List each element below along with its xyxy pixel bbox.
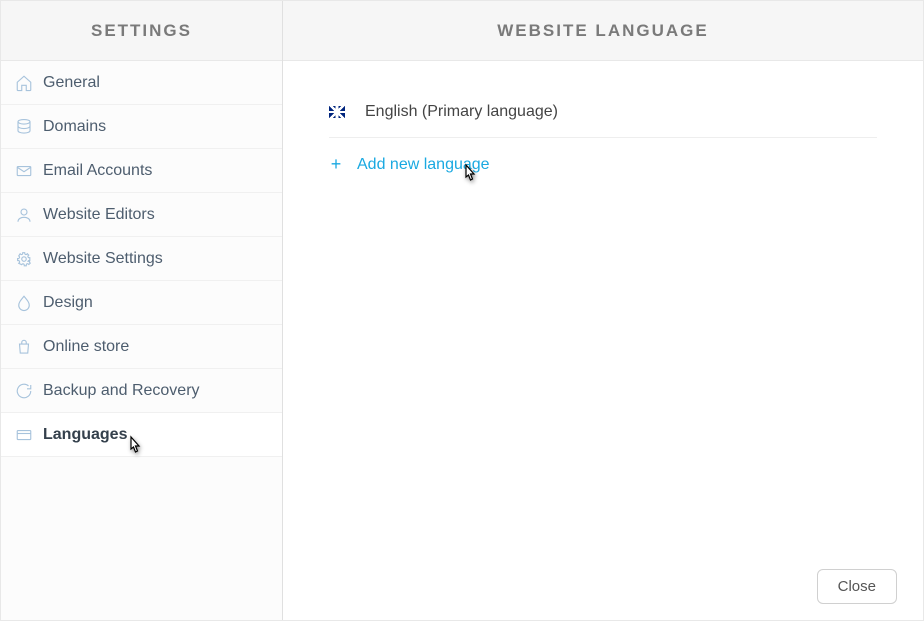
close-button[interactable]: Close bbox=[817, 569, 897, 604]
sidebar-item-backup-recovery[interactable]: Backup and Recovery bbox=[1, 369, 282, 413]
sidebar-item-website-settings[interactable]: Website Settings bbox=[1, 237, 282, 281]
gear-icon bbox=[15, 250, 33, 268]
sidebar-item-label: Design bbox=[43, 294, 93, 312]
language-label: English (Primary language) bbox=[365, 103, 558, 121]
sidebar-item-label: Domains bbox=[43, 118, 106, 136]
sidebar-item-online-store[interactable]: Online store bbox=[1, 325, 282, 369]
sidebar-item-label: Email Accounts bbox=[43, 162, 152, 180]
uk-flag-icon bbox=[329, 106, 345, 118]
sidebar-item-label: General bbox=[43, 74, 100, 92]
main-panel: WEBSITE LANGUAGE English (Primary langua… bbox=[283, 1, 923, 620]
refresh-icon bbox=[15, 382, 33, 400]
sidebar-item-label: Online store bbox=[43, 338, 129, 356]
sidebar-item-general[interactable]: General bbox=[1, 61, 282, 105]
footer: Close bbox=[817, 569, 897, 604]
sidebar-item-label: Languages bbox=[43, 426, 127, 444]
card-icon bbox=[15, 426, 33, 444]
bag-icon bbox=[15, 338, 33, 356]
home-icon bbox=[15, 74, 33, 92]
drop-icon bbox=[15, 294, 33, 312]
settings-sidebar: SETTINGS General Domains Email Acco bbox=[1, 1, 283, 620]
language-row[interactable]: English (Primary language) bbox=[329, 91, 877, 138]
page-title: WEBSITE LANGUAGE bbox=[497, 21, 708, 41]
sidebar-item-website-editors[interactable]: Website Editors bbox=[1, 193, 282, 237]
sidebar-header: SETTINGS bbox=[1, 1, 282, 61]
add-new-language-button[interactable]: + Add new language bbox=[329, 138, 877, 191]
database-icon bbox=[15, 118, 33, 136]
sidebar-item-label: Backup and Recovery bbox=[43, 382, 200, 400]
sidebar-item-design[interactable]: Design bbox=[1, 281, 282, 325]
sidebar-title: SETTINGS bbox=[91, 21, 192, 41]
user-icon bbox=[15, 206, 33, 224]
sidebar-item-languages[interactable]: Languages bbox=[1, 413, 282, 457]
sidebar-item-label: Website Settings bbox=[43, 250, 163, 268]
sidebar-item-label: Website Editors bbox=[43, 206, 155, 224]
plus-icon: + bbox=[329, 154, 343, 175]
main-header: WEBSITE LANGUAGE bbox=[283, 1, 923, 61]
add-language-label: Add new language bbox=[357, 156, 490, 174]
sidebar-item-email-accounts[interactable]: Email Accounts bbox=[1, 149, 282, 193]
sidebar-items: General Domains Email Accounts Website E… bbox=[1, 61, 282, 457]
content-area: English (Primary language) + Add new lan… bbox=[283, 61, 923, 620]
mail-icon bbox=[15, 162, 33, 180]
sidebar-item-domains[interactable]: Domains bbox=[1, 105, 282, 149]
